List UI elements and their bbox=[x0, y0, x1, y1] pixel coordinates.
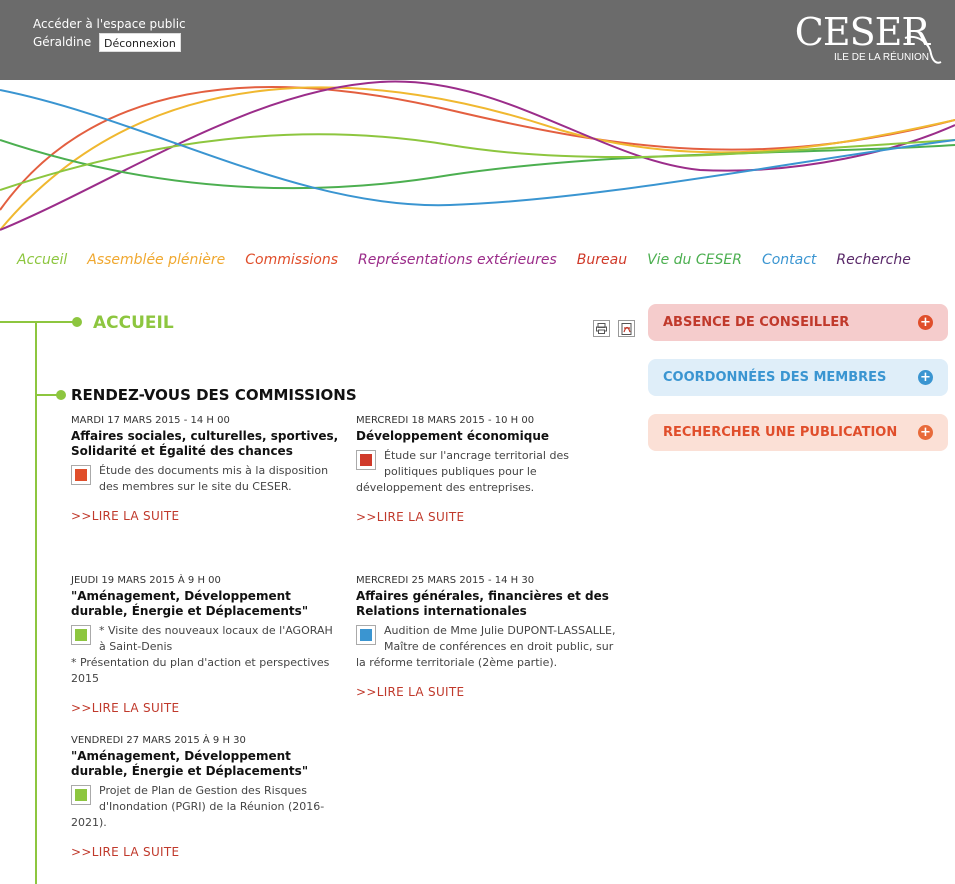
event-title[interactable]: Affaires sociales, culturelles, sportive… bbox=[71, 429, 341, 459]
event-title[interactable]: Développement économique bbox=[356, 429, 626, 444]
event-color-icon bbox=[71, 785, 91, 805]
event-date: MERCREDI 18 MARS 2015 - 10 H 00 bbox=[356, 415, 535, 426]
event-color-icon bbox=[356, 625, 376, 645]
read-more-link[interactable]: >>LIRE LA SUITE bbox=[356, 685, 464, 699]
event-description: Étude sur l'ancrage territorial des poli… bbox=[356, 449, 569, 494]
event-card: JEUDI 19 MARS 2015 À 9 H 00 "Aménagement… bbox=[71, 574, 341, 687]
main-nav: Accueil Assemblée plénière Commissions R… bbox=[17, 252, 931, 272]
printer-icon[interactable] bbox=[593, 320, 610, 337]
nav-item-bureau[interactable]: Bureau bbox=[577, 252, 627, 272]
pdf-icon[interactable] bbox=[618, 320, 635, 337]
button-label: ABSENCE DE CONSEILLER bbox=[663, 315, 850, 330]
plus-icon: + bbox=[918, 425, 933, 440]
button-label: RECHERCHER UNE PUBLICATION bbox=[663, 425, 898, 440]
event-description: * Visite des nouveaux locaux de l'AGORAH… bbox=[99, 624, 333, 653]
wave-yellow bbox=[0, 86, 955, 231]
event-title[interactable]: Affaires générales, financières et des R… bbox=[356, 589, 626, 619]
event-body: Audition de Mme Julie DUPONT-LASSALLE, M… bbox=[356, 623, 626, 671]
event-body: * Visite des nouveaux locaux de l'AGORAH… bbox=[71, 623, 341, 687]
event-date: VENDREDI 27 MARS 2015 À 9 H 30 bbox=[71, 735, 246, 746]
event-title[interactable]: "Aménagement, Développement durable, Éne… bbox=[71, 749, 341, 779]
button-label: COORDONNÉES DES MEMBRES bbox=[663, 370, 887, 385]
header-bar: Accéder à l'espace public Géraldine Déco… bbox=[0, 0, 955, 80]
wave-purple bbox=[0, 80, 955, 231]
read-more-link[interactable]: >>LIRE LA SUITE bbox=[71, 845, 179, 859]
nav-item-representations[interactable]: Représentations extérieures bbox=[358, 252, 557, 272]
event-date: MERCREDI 25 MARS 2015 - 14 H 30 bbox=[356, 575, 535, 586]
public-space-link[interactable]: Accéder à l'espace public bbox=[33, 17, 186, 31]
event-description: Audition de Mme Julie DUPONT-LASSALLE, M… bbox=[356, 624, 616, 669]
event-title[interactable]: "Aménagement, Développement durable, Éne… bbox=[71, 589, 341, 619]
page-title: ACCUEIL bbox=[93, 313, 174, 333]
event-color-icon bbox=[71, 625, 91, 645]
event-description: Projet de Plan de Gestion des Risques d'… bbox=[71, 784, 325, 829]
read-more-link[interactable]: >>LIRE LA SUITE bbox=[71, 509, 179, 523]
read-more-link[interactable]: >>LIRE LA SUITE bbox=[356, 510, 464, 524]
ceser-logo[interactable]: CESER ILE DE LA RÉUNION bbox=[795, 10, 943, 66]
plus-icon: + bbox=[918, 370, 933, 385]
event-card: MERCREDI 18 MARS 2015 - 10 H 00 Développ… bbox=[356, 414, 626, 496]
user-name: Géraldine bbox=[33, 35, 92, 49]
event-card: VENDREDI 27 MARS 2015 À 9 H 30 "Aménagem… bbox=[71, 734, 341, 831]
rechercher-publication-button[interactable]: RECHERCHER UNE PUBLICATION + bbox=[648, 414, 948, 451]
event-description: Étude des documents mis à la disposition… bbox=[99, 464, 329, 493]
section-title: RENDEZ-VOUS DES COMMISSIONS bbox=[71, 386, 357, 404]
decorative-waves bbox=[0, 80, 955, 231]
nav-item-accueil[interactable]: Accueil bbox=[17, 252, 67, 272]
read-more-link[interactable]: >>LIRE LA SUITE bbox=[71, 701, 179, 715]
nav-item-recherche[interactable]: Recherche bbox=[836, 252, 910, 272]
timeline-line bbox=[35, 321, 37, 884]
event-description-extra: * Présentation du plan d'action et persp… bbox=[71, 656, 330, 685]
event-color-icon bbox=[71, 465, 91, 485]
nav-item-contact[interactable]: Contact bbox=[762, 252, 816, 272]
event-date: JEUDI 19 MARS 2015 À 9 H 00 bbox=[71, 575, 221, 586]
event-date: MARDI 17 MARS 2015 - 14 H 00 bbox=[71, 415, 230, 426]
event-card: MERCREDI 25 MARS 2015 - 14 H 30 Affaires… bbox=[356, 574, 626, 671]
coordonnees-membres-button[interactable]: COORDONNÉES DES MEMBRES + bbox=[648, 359, 948, 396]
timeline-dot bbox=[72, 317, 82, 327]
event-body: Étude sur l'ancrage territorial des poli… bbox=[356, 448, 626, 496]
nav-item-commissions[interactable]: Commissions bbox=[245, 252, 338, 272]
plus-icon: + bbox=[918, 315, 933, 330]
logout-button[interactable]: Déconnexion bbox=[99, 33, 181, 52]
logo-subtitle: ILE DE LA RÉUNION bbox=[833, 52, 929, 63]
nav-item-vie-ceser[interactable]: Vie du CESER bbox=[647, 252, 742, 272]
event-body: Projet de Plan de Gestion des Risques d'… bbox=[71, 783, 341, 831]
timeline-line bbox=[0, 321, 76, 323]
event-color-icon bbox=[356, 450, 376, 470]
timeline-dot bbox=[56, 390, 66, 400]
absence-conseiller-button[interactable]: ABSENCE DE CONSEILLER + bbox=[648, 304, 948, 341]
event-body: Étude des documents mis à la disposition… bbox=[71, 463, 341, 495]
nav-item-assemblee[interactable]: Assemblée plénière bbox=[87, 252, 225, 272]
event-card: MARDI 17 MARS 2015 - 14 H 00 Affaires so… bbox=[71, 414, 341, 495]
